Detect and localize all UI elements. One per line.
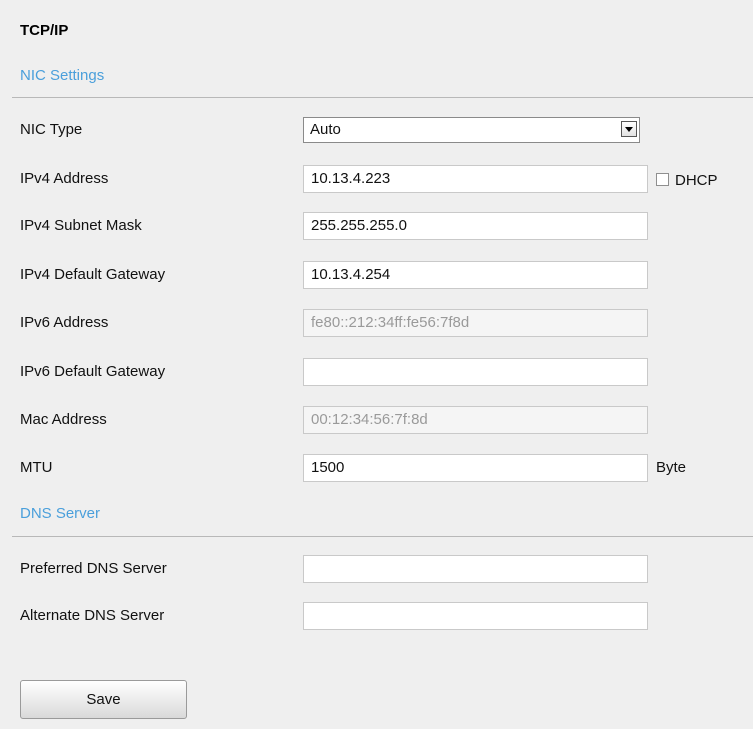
ipv6-address-field: fe80::212:34ff:fe56:7f8d xyxy=(303,309,648,337)
ipv4-subnet-mask-label: IPv4 Subnet Mask xyxy=(20,217,142,234)
ipv6-default-gateway-label: IPv6 Default Gateway xyxy=(20,363,166,380)
mtu-label: MTU xyxy=(20,459,53,476)
ipv4-subnet-mask-field[interactable]: 255.255.255.0 xyxy=(303,212,648,240)
preferred-dns-label: Preferred DNS Server xyxy=(20,560,167,577)
nic-type-value: Auto xyxy=(310,121,341,138)
ipv4-address-field[interactable]: 10.13.4.223 xyxy=(303,165,648,193)
chevron-down-icon[interactable] xyxy=(621,121,637,137)
alternate-dns-label: Alternate DNS Server xyxy=(20,607,165,624)
alternate-dns-field[interactable] xyxy=(303,602,648,630)
nic-settings-divider xyxy=(12,97,753,98)
nic-type-select[interactable]: Auto xyxy=(303,117,640,143)
page-title: TCP/IP xyxy=(20,22,69,39)
dhcp-label: DHCP xyxy=(675,172,718,189)
nic-settings-title: NIC Settings xyxy=(20,67,105,84)
ipv4-address-label: IPv4 Address xyxy=(20,170,109,187)
ipv4-default-gateway-field[interactable]: 10.13.4.254 xyxy=(303,261,648,289)
mac-address-field: 00:12:34:56:7f:8d xyxy=(303,406,648,434)
ipv4-default-gateway-label: IPv4 Default Gateway xyxy=(20,266,166,283)
dns-server-divider xyxy=(12,536,753,537)
nic-type-label: NIC Type xyxy=(20,121,83,138)
ipv6-address-label: IPv6 Address xyxy=(20,314,109,331)
dhcp-checkbox[interactable] xyxy=(656,173,669,186)
dhcp-option[interactable]: DHCP xyxy=(656,168,718,194)
save-button[interactable]: Save xyxy=(20,680,187,719)
mac-address-label: Mac Address xyxy=(20,411,107,428)
ipv6-default-gateway-field[interactable] xyxy=(303,358,648,386)
mtu-unit: Byte xyxy=(656,459,687,476)
mtu-field[interactable]: 1500 xyxy=(303,454,648,482)
dns-server-title: DNS Server xyxy=(20,505,101,522)
preferred-dns-field[interactable] xyxy=(303,555,648,583)
